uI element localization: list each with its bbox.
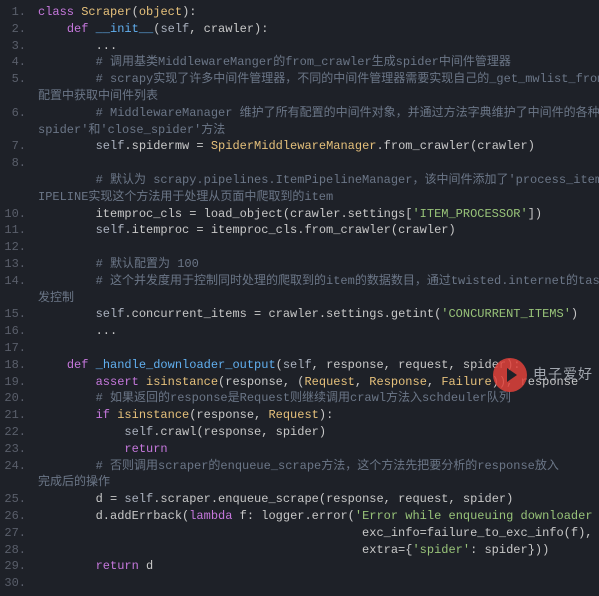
line-number: 19. — [4, 374, 26, 391]
code-line: # MiddlewareManager 维护了所有配置的中间件对象，并通过方法字… — [38, 105, 595, 122]
line-number-gutter: 1.2.3.4.5. 6. 7.8. 10.11.12.13.14. 15.16.17.… — [0, 0, 34, 596]
line-number: 21. — [4, 407, 26, 424]
line-number: 6. — [4, 105, 26, 122]
code-line: exc_info=failure_to_exc_info(f), — [38, 525, 595, 542]
line-number — [4, 88, 26, 105]
line-number — [4, 122, 26, 139]
line-number — [4, 474, 26, 491]
code-line: self.crawl(response, spider) — [38, 424, 595, 441]
line-number: 24. — [4, 458, 26, 475]
line-number: 30. — [4, 575, 26, 592]
code-line: def _handle_downloader_output(self, resp… — [38, 357, 595, 374]
code-line — [38, 575, 595, 592]
code-line: assert isinstance(response, (Request, Re… — [38, 374, 595, 391]
code-line: # 默认为 scrapy.pipelines.ItemPipelineManag… — [38, 172, 595, 189]
line-number: 27. — [4, 525, 26, 542]
code-line: 完成后的操作 — [38, 474, 595, 491]
line-number: 2. — [4, 21, 26, 38]
code-line: # 这个并发度用于控制同时处理的爬取到的item的数据数目，通过twisted.… — [38, 273, 595, 290]
line-number: 20. — [4, 390, 26, 407]
code-line: itemproc_cls = load_object(crawler.setti… — [38, 206, 595, 223]
code-line: # 否则调用scraper的enqueue_scrape方法，这个方法先把要分析… — [38, 458, 595, 475]
code-line: if isinstance(response, Request): — [38, 407, 595, 424]
code-line: class Scraper(object): — [38, 4, 595, 21]
code-line: self.concurrent_items = crawler.settings… — [38, 306, 595, 323]
code-line: 发控制 — [38, 290, 595, 307]
line-number: 29. — [4, 558, 26, 575]
line-number: 4. — [4, 54, 26, 71]
line-number: 13. — [4, 256, 26, 273]
code-line: ... — [38, 38, 595, 55]
code-line: 配置中获取中间件列表 — [38, 88, 595, 105]
line-number: 18. — [4, 357, 26, 374]
line-number: 5. — [4, 71, 26, 88]
line-number — [4, 290, 26, 307]
code-line — [38, 239, 595, 256]
code-area: class Scraper(object): def __init__(self… — [34, 0, 599, 596]
code-line: # 如果返回的response是Request则继续调用crawl方法入schd… — [38, 390, 595, 407]
code-line: def __init__(self, crawler): — [38, 21, 595, 38]
line-number: 10. — [4, 206, 26, 223]
line-number — [4, 172, 26, 189]
line-number: 22. — [4, 424, 26, 441]
line-number: 17. — [4, 340, 26, 357]
line-number: 1. — [4, 4, 26, 21]
code-line: spider'和'close_spider'方法 — [38, 122, 595, 139]
code-line: extra={'spider': spider})) — [38, 542, 595, 559]
code-line: self.itemproc = itemproc_cls.from_crawle… — [38, 222, 595, 239]
code-line: # 默认配置为 100 — [38, 256, 595, 273]
line-number: 7. — [4, 138, 26, 155]
line-number: 14. — [4, 273, 26, 290]
code-line: self.spidermw = SpiderMiddlewareManager.… — [38, 138, 595, 155]
code-line: d.addErrback(lambda f: logger.error('Err… — [38, 508, 595, 525]
code-line — [38, 155, 595, 172]
line-number: 3. — [4, 38, 26, 55]
line-number: 23. — [4, 441, 26, 458]
code-line: return — [38, 441, 595, 458]
code-line: IPELINE实现这个方法用于处理从页面中爬取到的item — [38, 189, 595, 206]
code-line: return d — [38, 558, 595, 575]
line-number: 11. — [4, 222, 26, 239]
line-number: 12. — [4, 239, 26, 256]
code-line: # scrapy实现了许多中间件管理器，不同的中间件管理器需要实现自己的_get… — [38, 71, 595, 88]
code-line — [38, 340, 595, 357]
line-number — [4, 189, 26, 206]
code-editor: 1.2.3.4.5. 6. 7.8. 10.11.12.13.14. 15.16.17.… — [0, 0, 599, 596]
line-number: 16. — [4, 323, 26, 340]
line-number: 8. — [4, 155, 26, 172]
code-line: ... — [38, 323, 595, 340]
code-line: # 调用基类MiddlewareManger的from_crawler生成spi… — [38, 54, 595, 71]
line-number: 15. — [4, 306, 26, 323]
line-number: 26. — [4, 508, 26, 525]
line-number: 28. — [4, 542, 26, 559]
